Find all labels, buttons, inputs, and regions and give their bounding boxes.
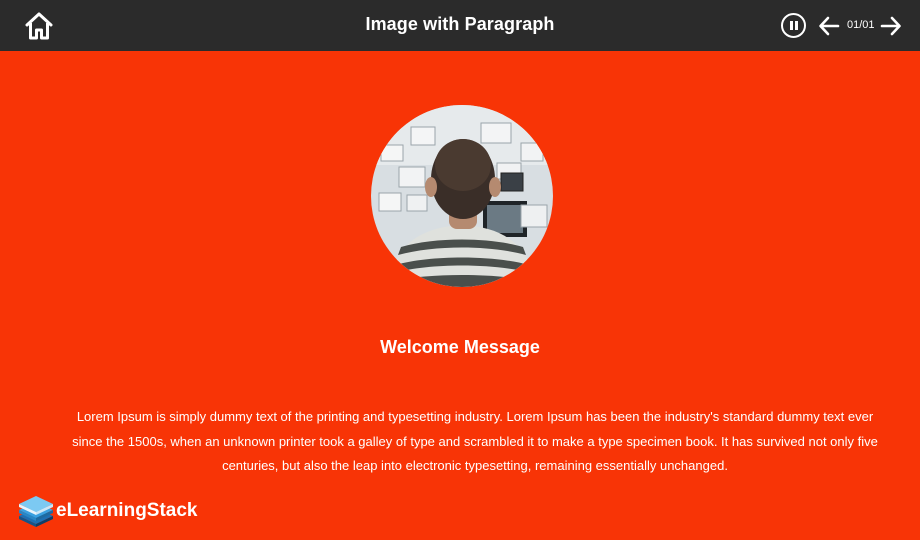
arrow-left-icon <box>819 16 840 36</box>
previous-button[interactable] <box>818 15 840 37</box>
brand-name: eLearningStack <box>56 500 198 521</box>
page-counter: 01/01 <box>847 19 875 31</box>
stacked-books-icon <box>19 496 53 527</box>
pause-button[interactable] <box>781 13 806 38</box>
next-button[interactable] <box>880 15 902 37</box>
welcome-heading: Welcome Message <box>380 337 540 357</box>
arrow-right-icon <box>880 16 901 36</box>
body-paragraph: Lorem Ipsum is simply dummy text of the … <box>72 409 878 473</box>
top-bar: Image with Paragraph 01/01 <box>0 0 920 51</box>
portrait-image <box>371 105 553 287</box>
